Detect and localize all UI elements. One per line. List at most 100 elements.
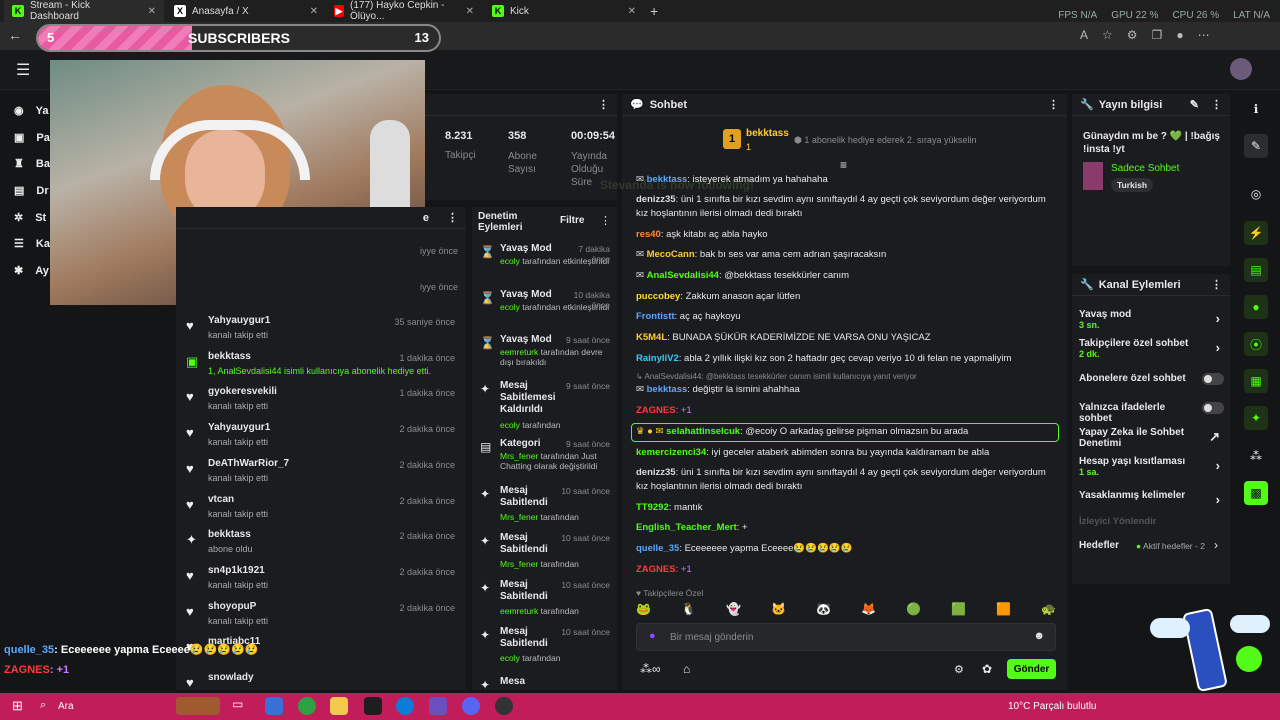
goals-value[interactable]: ● Aktif hedefler - 2 xyxy=(1136,541,1205,551)
windows-start-icon[interactable]: ⊞ xyxy=(12,698,23,714)
close-icon[interactable]: ✕ xyxy=(628,6,636,17)
avatar[interactable] xyxy=(1230,58,1252,80)
emote-icon[interactable]: 🟢 xyxy=(906,602,921,620)
browser-tab[interactable]: X Anasayfa / X ✕ xyxy=(166,0,326,22)
sidebar-item[interactable]: ♜ Ba xyxy=(14,157,50,171)
send-button[interactable]: Gönder xyxy=(1007,659,1056,679)
more-vertical-icon[interactable]: ⋮ xyxy=(600,214,611,227)
chat-bubble-icon[interactable]: ● xyxy=(1244,295,1268,319)
chevron-right-icon[interactable]: › xyxy=(1216,311,1220,326)
feed-username[interactable]: snowlady xyxy=(208,672,254,683)
toggle-switch[interactable] xyxy=(1202,402,1224,414)
language-tag[interactable]: Turkish xyxy=(1111,178,1154,192)
emote-icon[interactable]: 🐸 xyxy=(636,602,651,620)
app-icon[interactable] xyxy=(364,697,382,715)
feed-username[interactable]: Yahyauygur1 xyxy=(208,422,270,433)
discord-icon[interactable] xyxy=(462,697,480,715)
broadcast-icon[interactable]: ⦿ xyxy=(1244,332,1268,356)
info-icon[interactable]: ℹ xyxy=(1244,97,1268,121)
chat-username[interactable]: ZAGNES xyxy=(636,564,676,575)
moderator-name[interactable]: Mrs_fener xyxy=(500,512,538,522)
more-icon[interactable]: ⋯ xyxy=(1198,28,1210,42)
emote-icon[interactable]: 🐢 xyxy=(1041,602,1056,620)
feed-username[interactable]: shoyopuP xyxy=(208,601,256,612)
external-link-icon[interactable]: ↗ xyxy=(1209,429,1220,445)
sidebar-item[interactable]: ✱ Ay xyxy=(14,264,49,278)
chat-username[interactable]: ZAGNES xyxy=(636,405,676,416)
channel-action-row[interactable]: Hesap yaşı kısıtlaması 1 sa. › xyxy=(1079,456,1224,480)
toggle-switch[interactable] xyxy=(1202,373,1224,385)
emote-icon[interactable]: 🟧 xyxy=(996,602,1011,620)
weather-widget[interactable]: 10°C Parçalı bulutlu xyxy=(1008,701,1097,712)
chevron-down-icon[interactable]: ≡ xyxy=(840,158,847,172)
store-icon[interactable]: ⌂ xyxy=(683,662,690,676)
task-view-icon[interactable]: ▭ xyxy=(232,697,250,715)
taskbar-widget-icon[interactable] xyxy=(176,697,220,715)
feed-username[interactable]: Yahyauygur1 xyxy=(208,315,270,326)
chat-username[interactable]: RainyliV2 xyxy=(636,353,679,364)
lightning-icon[interactable]: ⚡ xyxy=(1244,221,1268,245)
read-aloud-icon[interactable]: A xyxy=(1080,28,1088,42)
clapper-icon[interactable]: ▩ xyxy=(1244,481,1268,505)
moderator-name[interactable]: eemreturk xyxy=(500,347,538,357)
emote-icon[interactable]: 👻 xyxy=(726,602,741,620)
chat-username[interactable]: K5M4L xyxy=(636,332,667,343)
gear-icon[interactable]: ⚙ xyxy=(954,663,964,676)
chat-username[interactable]: English_Teacher_Mert xyxy=(636,522,737,533)
sidebar-item[interactable]: ✲ St xyxy=(14,211,46,225)
chat-username[interactable]: res40 xyxy=(636,229,661,240)
channel-action-row[interactable]: Yavaş mod 3 sn. › xyxy=(1079,309,1224,333)
search-icon[interactable]: ⌕ xyxy=(40,699,46,712)
profile-icon[interactable]: ● xyxy=(1176,28,1183,42)
obs-icon[interactable] xyxy=(495,697,513,715)
close-icon[interactable]: ✕ xyxy=(310,6,318,17)
chat-username[interactable]: quelle_35 xyxy=(636,543,679,554)
wrench-icon[interactable]: ✦ xyxy=(1244,406,1268,430)
chevron-right-icon[interactable]: › xyxy=(1216,492,1220,507)
copilot-icon[interactable] xyxy=(265,697,283,715)
camera-icon[interactable]: ◎ xyxy=(1244,182,1268,206)
new-tab-icon[interactable]: + xyxy=(650,3,658,19)
browser-tab[interactable]: K Stream - Kick Dashboard ✕ xyxy=(4,0,164,22)
feed-username[interactable]: gyokeresvekili xyxy=(208,386,277,397)
chat-username[interactable]: Frontistt xyxy=(636,311,675,322)
browser-tab[interactable]: K Kick ✕ xyxy=(484,0,644,22)
moderator-name[interactable]: Mrs_fener xyxy=(500,451,538,461)
more-vertical-icon[interactable]: ⋮ xyxy=(1048,98,1059,111)
emoji-icon[interactable]: ☻ xyxy=(1033,630,1045,642)
goals-label[interactable]: Hedefler xyxy=(1079,540,1119,551)
chevron-right-icon[interactable]: › xyxy=(1216,458,1220,473)
moderator-name[interactable]: ecoly xyxy=(500,302,520,312)
collections-icon[interactable]: ❐ xyxy=(1152,28,1163,42)
more-vertical-icon[interactable]: ⋮ xyxy=(447,211,458,224)
channel-action-row[interactable]: Takipçilere özel sohbet 2 dk. › xyxy=(1079,338,1224,362)
more-vertical-icon[interactable]: ⋮ xyxy=(1211,278,1222,291)
chat-username[interactable]: bekktass xyxy=(647,384,688,395)
feed-username[interactable]: bekktass xyxy=(208,529,251,540)
emote-picker-icon[interactable]: ✿ xyxy=(982,662,992,676)
close-icon[interactable]: ✕ xyxy=(148,6,156,17)
browser-tab[interactable]: ▶ (177) Hayko Cepkin - Ölüyo... ✕ xyxy=(326,0,482,22)
chevron-right-icon[interactable]: › xyxy=(1216,340,1220,355)
chat-username[interactable]: kemercizenci34 xyxy=(636,447,706,458)
chat-input[interactable]: ● Bir mesaj gönderin ☻ xyxy=(636,623,1056,651)
app-icon[interactable] xyxy=(429,697,447,715)
sidebar-item[interactable]: ▤ Dr xyxy=(14,184,49,198)
channel-action-row[interactable]: Yapay Zeka ile Sohbet Denetimi ↗ xyxy=(1079,427,1224,451)
sidebar-item[interactable]: ◉ Ya xyxy=(14,104,48,118)
emote-icon[interactable]: 🦊 xyxy=(861,602,876,620)
emote-icon[interactable]: 🐼 xyxy=(816,602,831,620)
feed-username[interactable]: sn4p1k1921 xyxy=(208,565,265,576)
points-icon[interactable]: ⁂ xyxy=(1244,444,1268,468)
extensions-icon[interactable]: ⚙ xyxy=(1127,28,1138,42)
chat-username[interactable]: TT9292 xyxy=(636,502,669,513)
feed-username[interactable]: DeAThWarRior_7 xyxy=(208,458,289,469)
moderator-name[interactable]: ecoly xyxy=(500,256,520,266)
category-link[interactable]: Sadece Sohbet xyxy=(1111,163,1179,174)
edit-icon[interactable]: ✎ xyxy=(1244,134,1268,158)
moderator-name[interactable]: ecoly xyxy=(500,420,520,430)
chrome-icon[interactable] xyxy=(298,697,316,715)
list-icon[interactable]: ▤ xyxy=(1244,258,1268,282)
sidebar-item[interactable]: ☰ Ka xyxy=(14,237,50,251)
moderator-name[interactable]: eemreturk xyxy=(500,606,538,616)
